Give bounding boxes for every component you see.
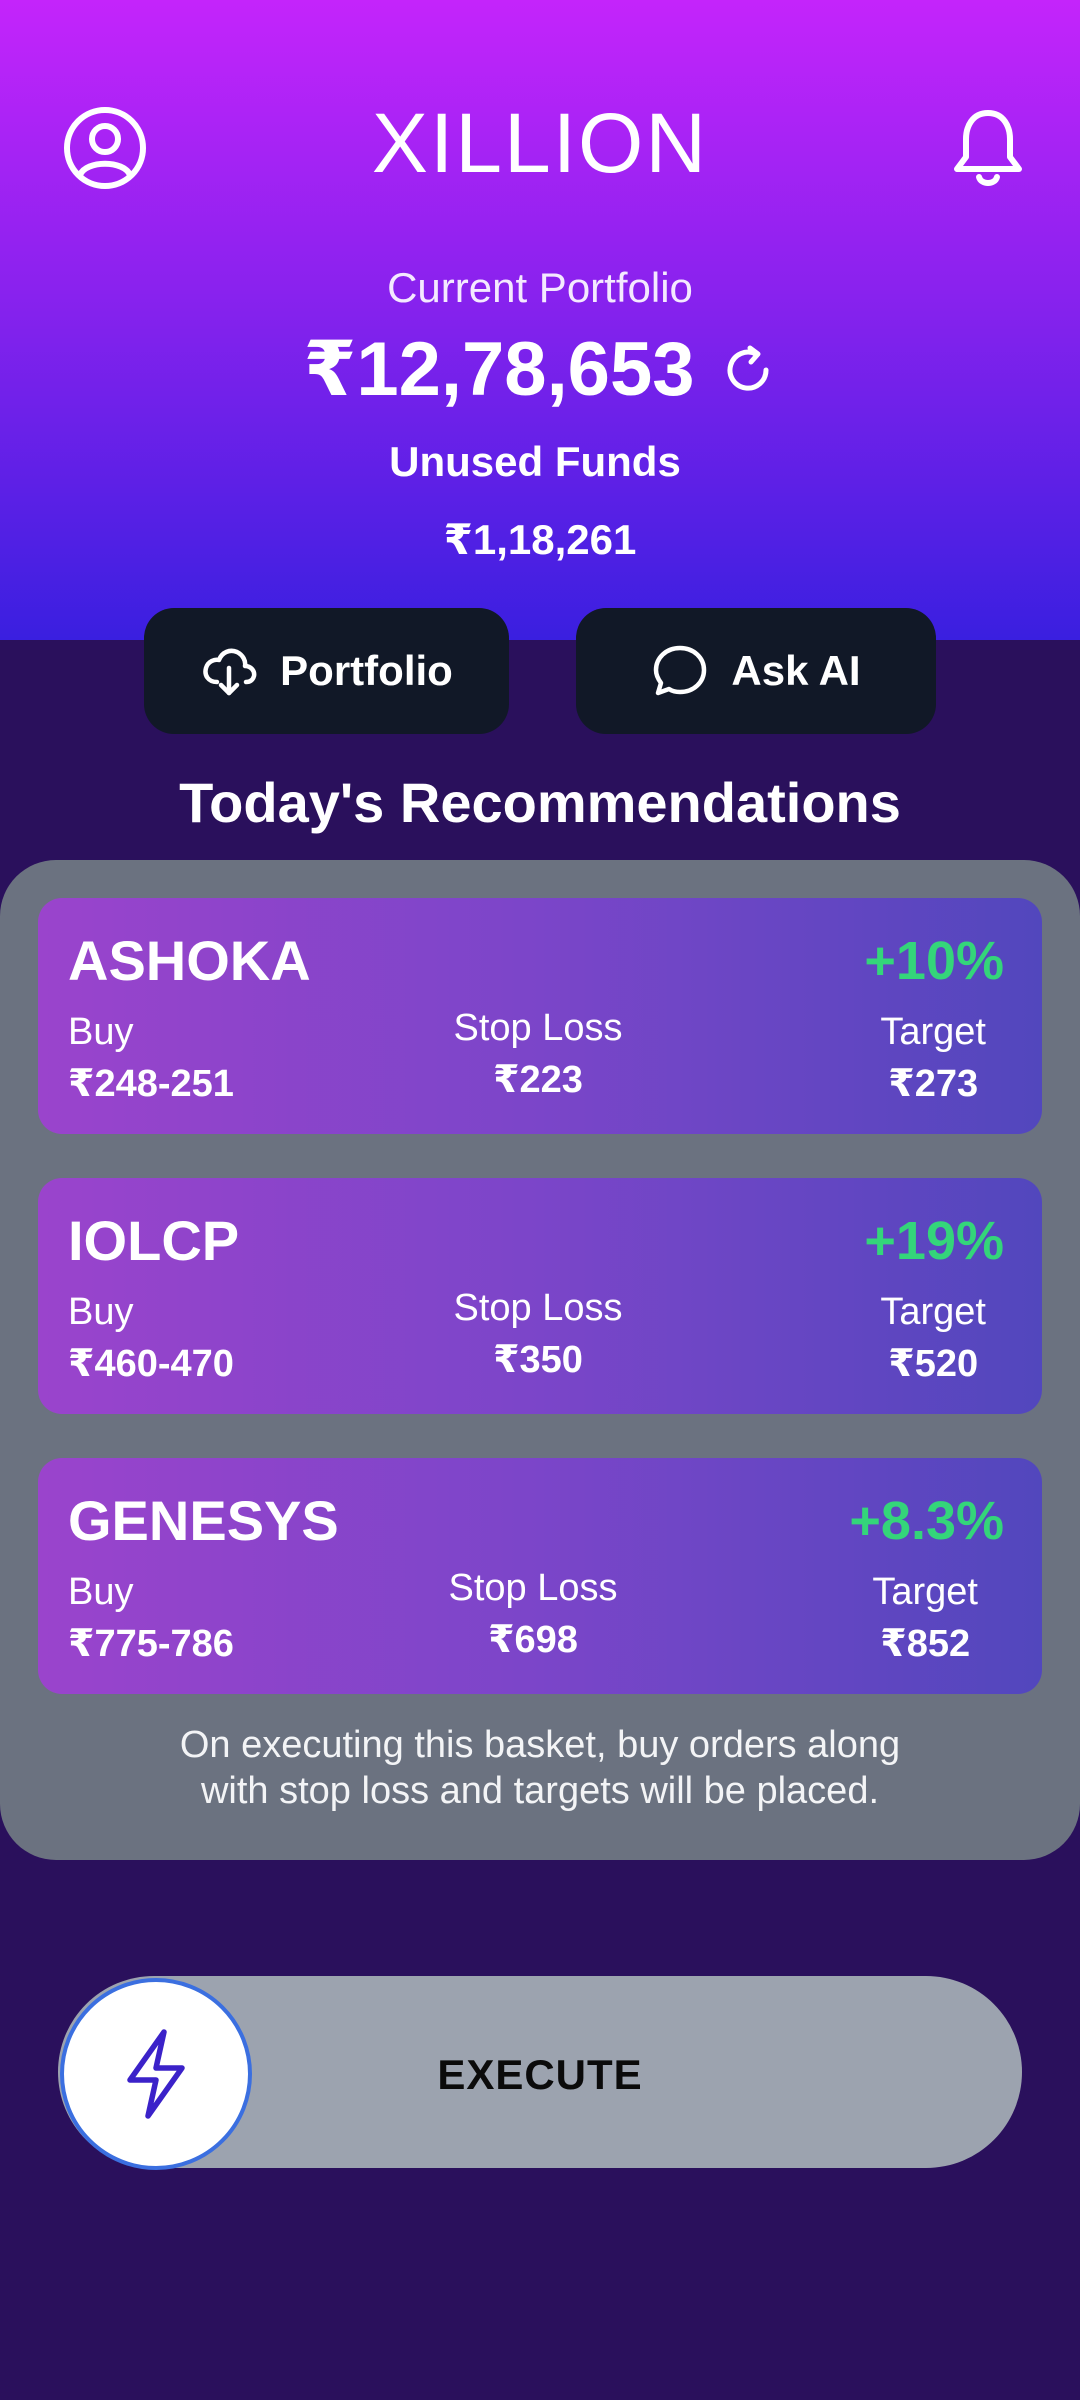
disclaimer-line: On executing this basket, buy orders alo… <box>179 1724 901 1766</box>
portfolio-button-label: Portfolio <box>280 647 453 694</box>
recommendations-panel: ASHOKA +10% Buy ₹248-251 Stop Loss ₹223 … <box>0 860 1080 1860</box>
target: Target ₹273 <box>880 1006 986 1110</box>
lightning-bolt-icon <box>127 2029 185 2119</box>
current-portfolio-label: Current Portfolio <box>387 264 693 311</box>
recommendation-card[interactable]: GENESYS +8.3% Buy ₹775-786 Stop Loss ₹69… <box>38 1458 1042 1694</box>
expected-gain: +10% <box>864 931 1004 991</box>
app-title: XILLION <box>371 96 709 190</box>
portfolio-value: ₹12,78,653 <box>303 327 695 412</box>
stock-symbol: GENESYS <box>68 1489 339 1552</box>
target: Target ₹520 <box>880 1286 986 1390</box>
target-label: Target <box>880 1011 986 1053</box>
stock-symbol: IOLCP <box>68 1209 240 1272</box>
app-screen: XILLION Current Portfolio ₹12,78,653 Unu… <box>0 0 1080 2400</box>
target: Target ₹852 <box>872 1566 978 1670</box>
ask-ai-button[interactable]: Ask AI <box>576 608 936 734</box>
notifications-button[interactable] <box>948 105 1028 191</box>
target-value: ₹273 <box>888 1063 979 1105</box>
target-value: ₹852 <box>880 1623 971 1665</box>
basket-disclaimer: On executing this basket, buy orders alo… <box>0 1722 1080 1814</box>
target-label: Target <box>872 1571 978 1613</box>
unused-funds-label: Unused Funds <box>389 438 681 485</box>
target-label: Target <box>880 1291 986 1333</box>
cloud-download-icon <box>203 648 257 696</box>
expected-gain: +8.3% <box>849 1491 1004 1551</box>
execute-slider-knob[interactable] <box>60 1978 252 2170</box>
recommendation-card[interactable]: IOLCP +19% Buy ₹460-470 Stop Loss ₹350 T… <box>38 1178 1042 1414</box>
portfolio-value-row: ₹12,78,653 <box>0 320 1080 420</box>
bell-icon <box>954 110 1022 186</box>
ask-ai-button-label: Ask AI <box>731 647 861 694</box>
unused-funds-value: ₹1,18,261 <box>443 516 637 563</box>
refresh-icon[interactable] <box>720 342 776 398</box>
top-bar: XILLION <box>0 0 1080 290</box>
target-value: ₹520 <box>888 1343 979 1385</box>
chat-bubble-icon <box>654 645 707 696</box>
recommendation-card[interactable]: ASHOKA +10% Buy ₹248-251 Stop Loss ₹223 … <box>38 898 1042 1134</box>
stock-symbol: ASHOKA <box>68 929 311 992</box>
disclaimer-line: with stop loss and targets will be place… <box>200 1770 880 1812</box>
recommendations-title: Today's Recommendations <box>179 771 901 834</box>
portfolio-button[interactable]: Portfolio <box>144 608 509 734</box>
expected-gain: +19% <box>864 1211 1004 1271</box>
